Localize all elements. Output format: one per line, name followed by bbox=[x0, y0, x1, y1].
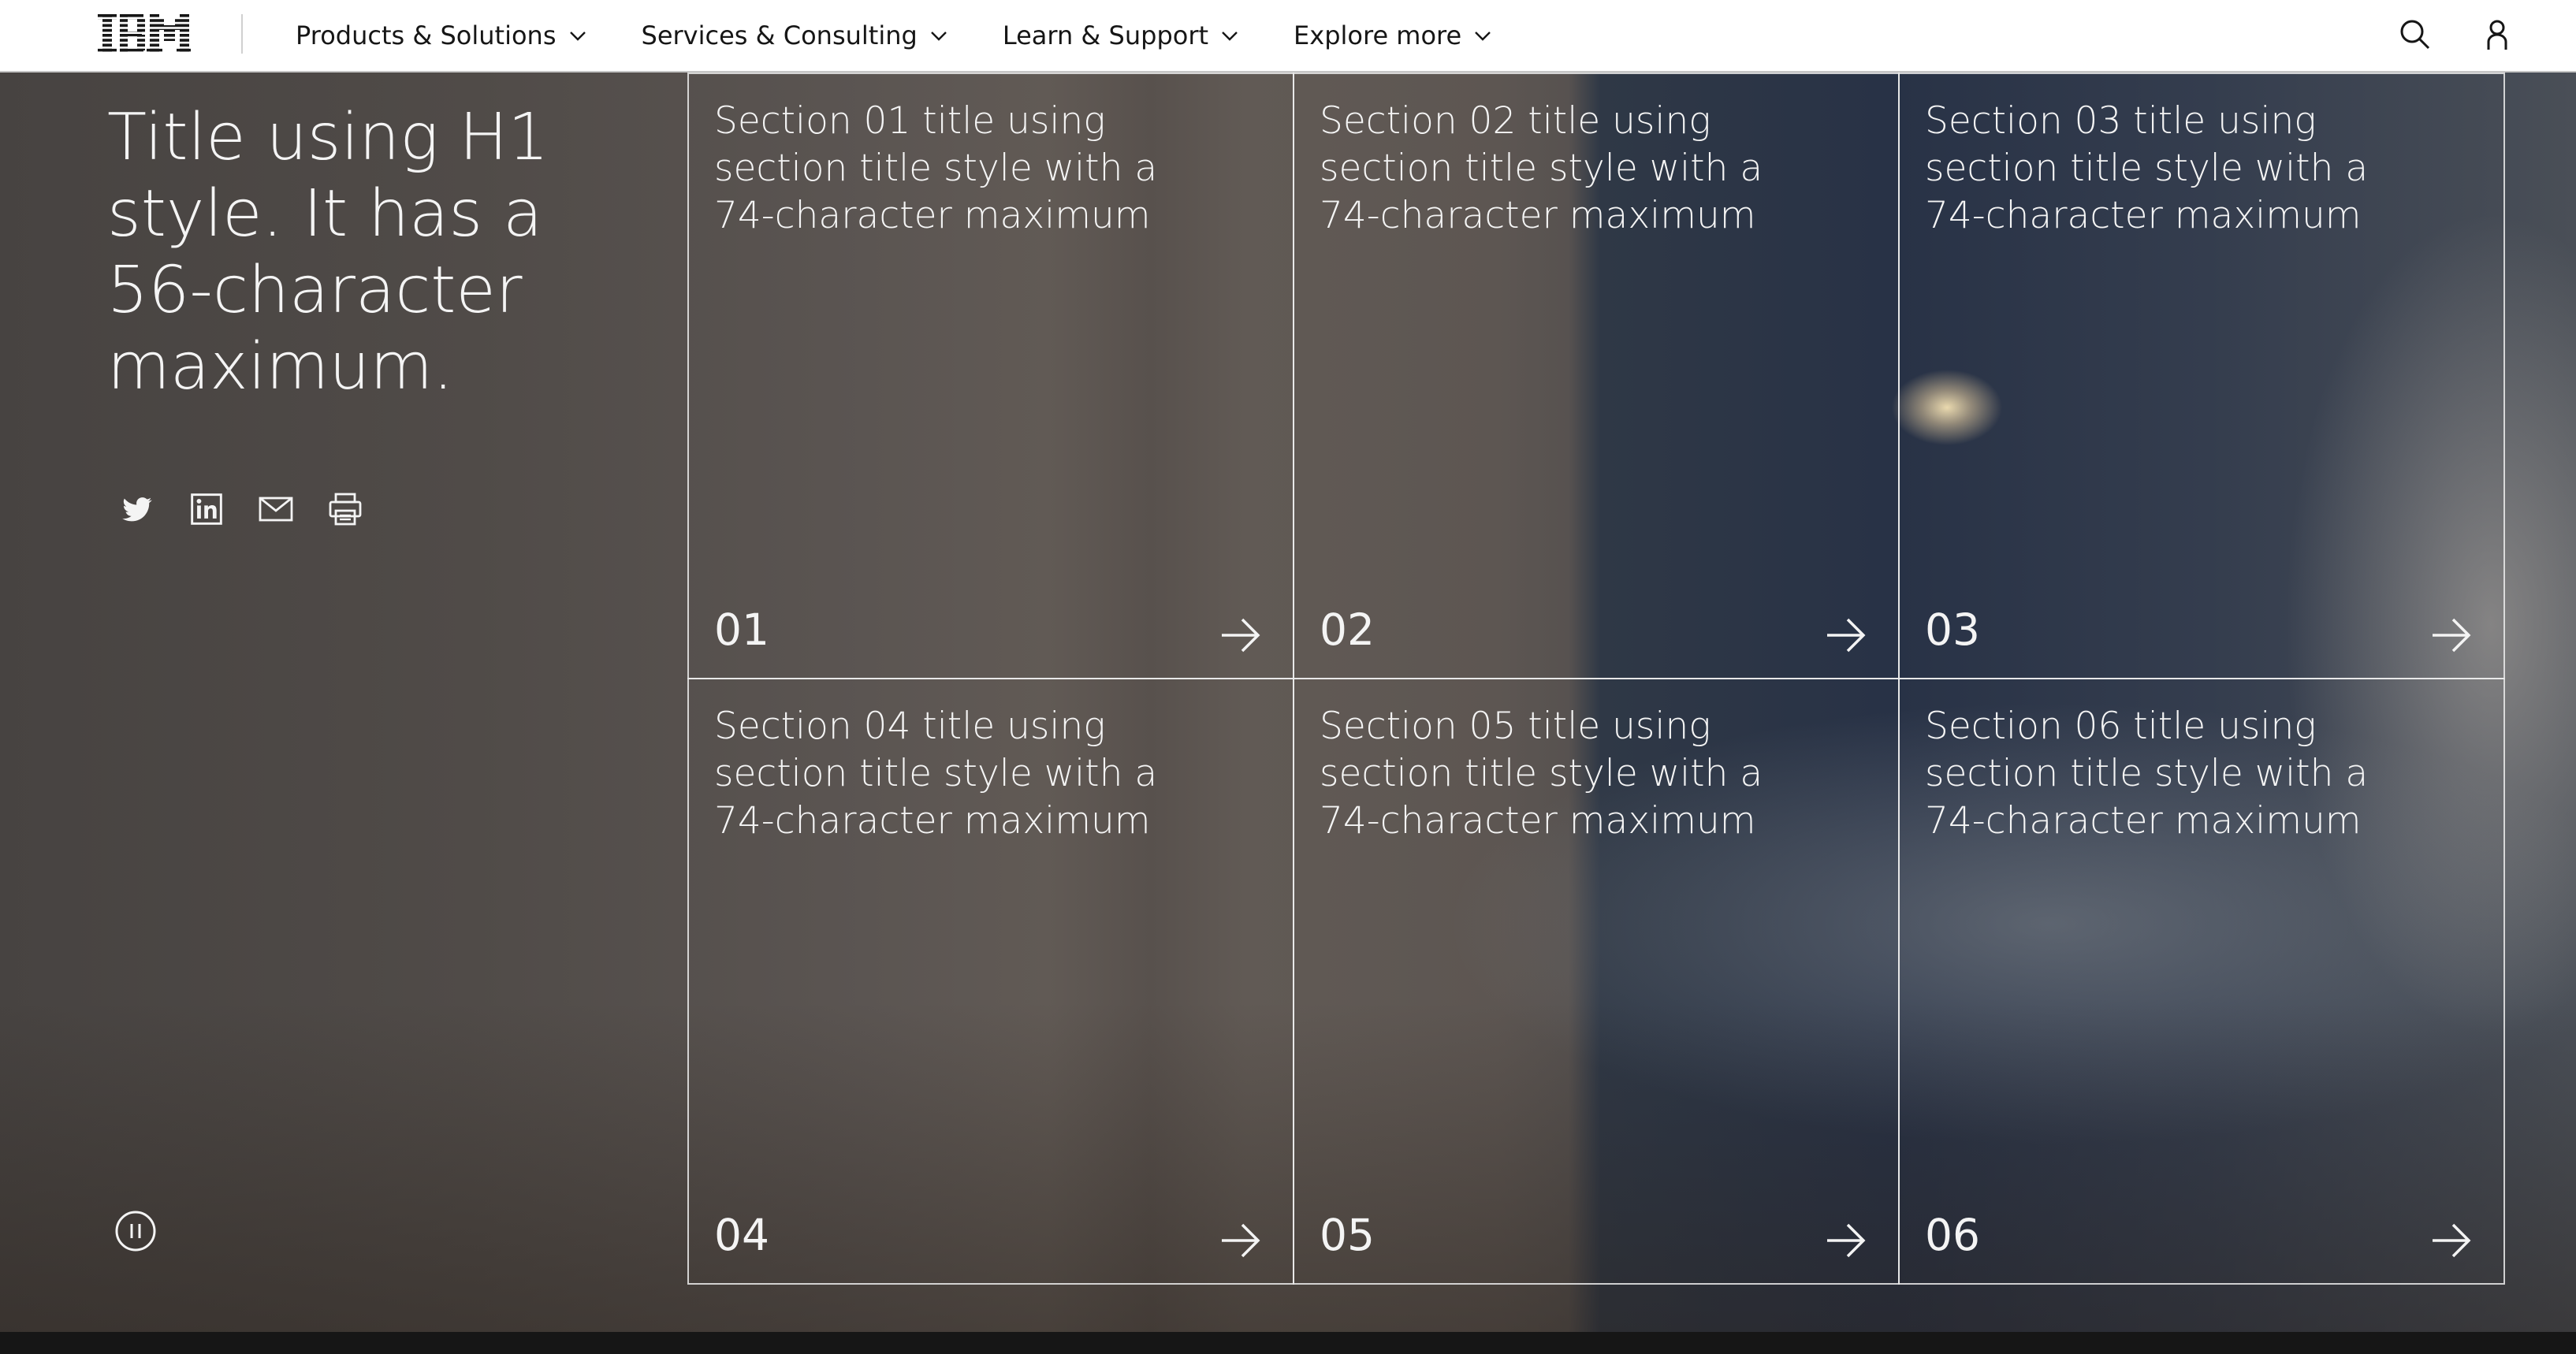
chevron-down-icon bbox=[569, 32, 586, 41]
card-title: Section 01 title using section title sty… bbox=[714, 99, 1158, 237]
card-number: 03 bbox=[1925, 604, 1980, 655]
nav-label: Services & Consulting bbox=[641, 20, 918, 50]
card-number: 02 bbox=[1320, 604, 1375, 655]
section-card-04[interactable]: Section 04 title using section title sty… bbox=[687, 678, 1294, 1285]
chevron-down-icon bbox=[1222, 32, 1238, 41]
chevron-down-icon bbox=[930, 32, 947, 41]
arrow-right-icon bbox=[1827, 618, 1866, 653]
arrow-right-icon bbox=[1827, 1223, 1866, 1258]
email-icon[interactable] bbox=[254, 487, 298, 531]
card-title: Section 03 title using section title sty… bbox=[1925, 99, 2369, 237]
linkedin-icon[interactable] bbox=[184, 487, 229, 531]
pause-icon[interactable] bbox=[114, 1209, 158, 1253]
nav-services-consulting[interactable]: Services & Consulting bbox=[642, 20, 949, 50]
hero-section: Title using H1 style. It has a 56-charac… bbox=[0, 73, 2576, 1332]
nav-explore-more[interactable]: Explore more bbox=[1294, 20, 1493, 50]
section-card-03[interactable]: Section 03 title using section title sty… bbox=[1898, 73, 2505, 679]
section-card-01[interactable]: Section 01 title using section title sty… bbox=[687, 73, 1294, 679]
card-number: 05 bbox=[1320, 1210, 1375, 1260]
arrow-right-icon bbox=[1222, 1223, 1260, 1258]
section-card-05[interactable]: Section 05 title using section title sty… bbox=[1293, 678, 1900, 1285]
user-icon[interactable] bbox=[2478, 16, 2516, 54]
card-number: 01 bbox=[714, 604, 769, 655]
nav-label: Learn & Support bbox=[1002, 20, 1209, 50]
card-title: Section 06 title using section title sty… bbox=[1925, 705, 2369, 843]
section-card-grid: Section 01 title using section title sty… bbox=[687, 73, 2505, 1285]
card-number: 04 bbox=[714, 1210, 769, 1260]
page-title: Title using H1 style. It has a 56-charac… bbox=[107, 100, 549, 404]
arrow-right-icon bbox=[2433, 1223, 2471, 1258]
card-title: Section 02 title using section title sty… bbox=[1320, 99, 1763, 237]
arrow-right-icon bbox=[1222, 618, 1260, 653]
ibm-logo[interactable] bbox=[96, 14, 191, 54]
nav-learn-support[interactable]: Learn & Support bbox=[1003, 20, 1240, 50]
twitter-icon[interactable] bbox=[115, 487, 159, 531]
nav-products-solutions[interactable]: Products & Solutions bbox=[296, 20, 588, 50]
card-number: 06 bbox=[1925, 1210, 1980, 1260]
main-nav: Products & Solutions Services & Consulti… bbox=[296, 0, 1547, 71]
print-icon[interactable] bbox=[323, 487, 367, 531]
card-title: Section 05 title using section title sty… bbox=[1320, 705, 1763, 843]
card-title: Section 04 title using section title sty… bbox=[714, 705, 1158, 843]
nav-label: Products & Solutions bbox=[296, 20, 557, 50]
nav-label: Explore more bbox=[1294, 20, 1462, 50]
chevron-down-icon bbox=[1475, 32, 1491, 41]
arrow-right-icon bbox=[2433, 618, 2471, 653]
section-card-06[interactable]: Section 06 title using section title sty… bbox=[1898, 678, 2505, 1285]
share-toolbar bbox=[115, 487, 393, 531]
logo-divider bbox=[241, 14, 243, 54]
section-card-02[interactable]: Section 02 title using section title sty… bbox=[1293, 73, 1900, 679]
search-icon[interactable] bbox=[2396, 16, 2434, 54]
footer-strip bbox=[0, 1332, 2576, 1354]
masthead: Products & Solutions Services & Consulti… bbox=[0, 0, 2576, 73]
